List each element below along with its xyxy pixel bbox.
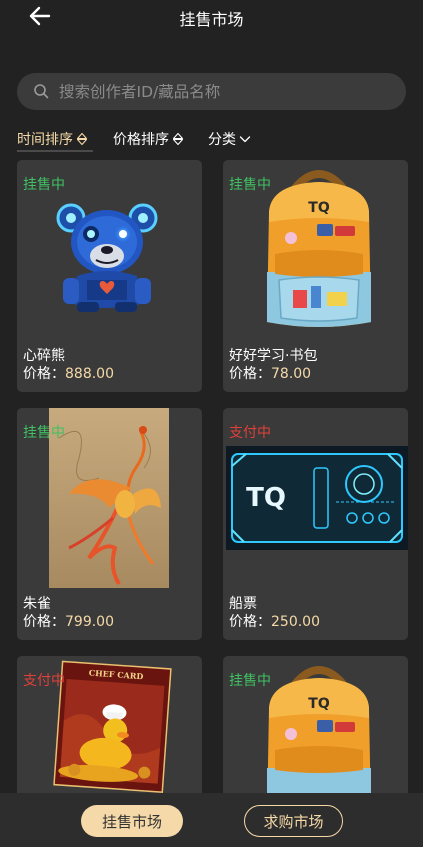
item-price: 价格：888.00 [23,363,114,383]
bottom-tab-bar: 挂售市场 求购市场 [0,793,423,847]
tab-sale-market[interactable]: 挂售市场 [81,805,183,837]
status-badge: 挂售中 [229,177,271,193]
sort-bar: 时间排序 价格排序 分类 [17,128,417,150]
sort-arrows-icon [172,132,184,146]
collectible-card[interactable]: 挂售中 心碎熊 价格：888.00 [17,160,202,392]
category-filter[interactable]: 分类 [208,128,251,150]
sort-by-price-label: 价格排序 [113,132,169,148]
status-badge: 挂售中 [23,425,65,441]
chevron-down-icon [239,136,251,143]
category-filter-label: 分类 [208,132,236,148]
collectible-card[interactable]: 挂售中 朱雀 价格：799.00 [17,408,202,640]
sort-arrows-icon [76,132,88,146]
item-price: 价格：250.00 [229,611,320,631]
price-value: 250.00 [271,614,320,630]
price-prefix: 价格： [23,614,65,630]
price-value: 78.00 [271,366,312,382]
item-name: 船票 [229,596,257,612]
item-name: 好好学习·书包 [229,348,318,364]
price-value: 888.00 [65,366,114,382]
search-bar[interactable] [17,73,406,110]
status-badge: 支付中 [229,425,271,441]
item-name: 朱雀 [23,596,51,612]
active-sort-underline [17,150,93,152]
tab-buy-market[interactable]: 求购市场 [244,805,343,837]
collectible-card[interactable]: 挂售中 TQ 好好学习·书包 价格：78.00 [223,160,408,392]
status-badge: 支付中 [23,673,65,689]
price-prefix: 价格： [23,366,65,382]
chef-card-image: CHEF CARD [53,660,172,793]
search-input[interactable] [59,73,394,110]
robot-bear-image [56,203,158,312]
backpack-logo: TQ [308,696,330,712]
status-badge: 挂售中 [23,177,65,193]
backpack-logo: TQ [308,200,330,216]
sort-by-time-label: 时间排序 [17,132,73,148]
top-bar: 挂售市场 [0,0,423,36]
price-value: 799.00 [65,614,114,630]
orange-backpack-image: TQ [267,170,371,327]
ticket-logo: TQ [246,483,286,513]
search-icon [34,84,49,99]
sort-by-price[interactable]: 价格排序 [113,128,184,150]
status-badge: 挂售中 [229,673,271,689]
price-prefix: 价格： [229,614,271,630]
tech-ticket-image: TQ [226,446,408,550]
price-prefix: 价格： [229,366,271,382]
item-price: 价格：799.00 [23,611,114,631]
phoenix-painting-image [49,408,169,588]
collectible-card[interactable]: 支付中 TQ 船票 价格：250.00 [223,408,408,640]
sort-by-time[interactable]: 时间排序 [17,128,88,150]
item-name: 心碎熊 [23,348,65,364]
item-price: 价格：78.00 [229,363,311,383]
page-title: 挂售市场 [179,10,244,29]
